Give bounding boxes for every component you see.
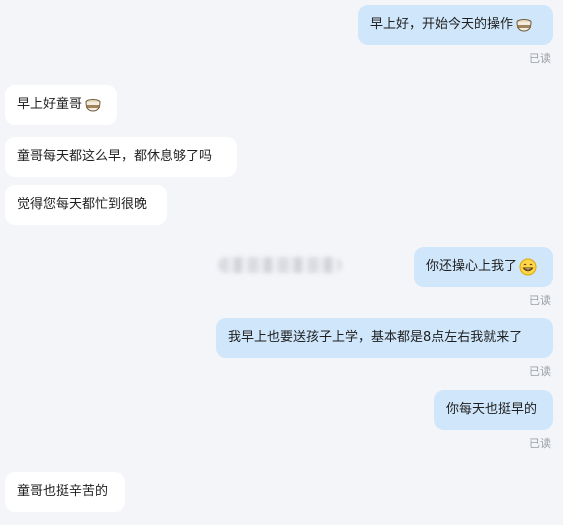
- message-bubble-outgoing[interactable]: 早上好，开始今天的操作: [358, 5, 553, 45]
- message-text: 你每天也挺早的: [446, 402, 538, 417]
- read-receipt: 已读: [529, 52, 551, 65]
- chat-thread: 早上好，开始今天的操作 已读 早上好童哥 童哥每天都这么早，都休息够了吗 觉得您…: [0, 0, 563, 525]
- tea-icon: [85, 99, 101, 112]
- message-text: 童哥也挺辛苦的: [17, 484, 109, 499]
- read-receipt: 已读: [529, 294, 551, 307]
- message-bubble-incoming[interactable]: 童哥也挺辛苦的: [5, 472, 125, 512]
- message-text: 早上好童哥: [17, 97, 83, 112]
- message-bubble-incoming[interactable]: 童哥每天都这么早，都休息够了吗: [5, 137, 237, 177]
- message-bubble-outgoing[interactable]: 我早上也要送孩子上学，基本都是8点左右我就来了: [216, 318, 553, 358]
- message-text: 你还操心上我了: [426, 259, 518, 274]
- message-text: 我早上也要送孩子上学，基本都是8点左右我就来了: [228, 330, 523, 345]
- message-bubble-outgoing[interactable]: 你每天也挺早的: [434, 390, 553, 430]
- message-text: 早上好，开始今天的操作: [370, 17, 514, 32]
- grin-icon: [519, 258, 537, 276]
- message-text: 觉得您每天都忙到很晚: [17, 197, 148, 212]
- message-bubble-incoming[interactable]: 觉得您每天都忙到很晚: [5, 185, 167, 225]
- message-bubble-outgoing[interactable]: 你还操心上我了: [414, 247, 553, 287]
- read-receipt: 已读: [529, 365, 551, 378]
- message-text: 童哥每天都这么早，都休息够了吗: [17, 149, 213, 164]
- blurred-content: [218, 257, 342, 273]
- tea-icon: [516, 19, 532, 32]
- read-receipt: 已读: [529, 437, 551, 450]
- message-bubble-incoming[interactable]: 早上好童哥: [5, 85, 117, 125]
